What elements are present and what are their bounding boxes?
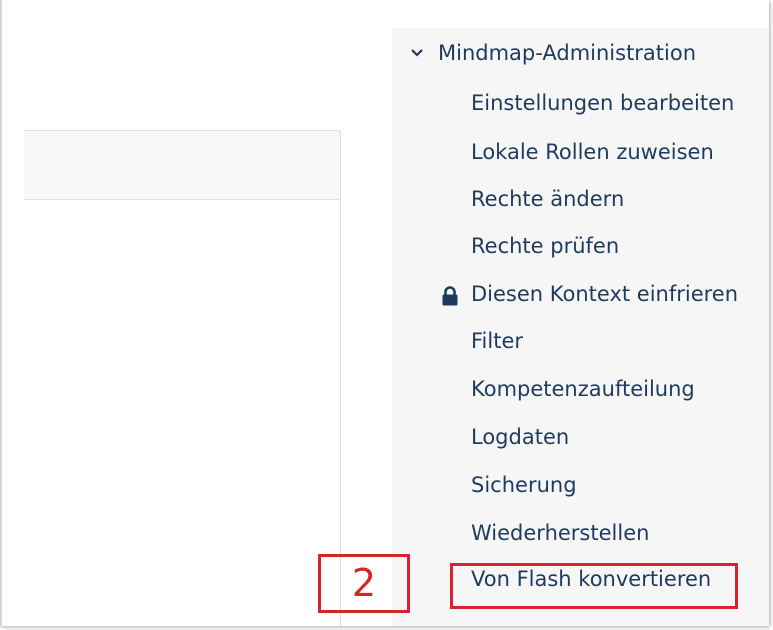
menu-item-logdaten[interactable]: Logdaten (471, 422, 569, 452)
mindmap-administration-block: Mindmap-Administration Einstellungen bea… (392, 28, 769, 626)
menu-item-label: Diesen Kontext einfrieren (471, 282, 739, 306)
admin-section-toggle[interactable]: Mindmap-Administration (410, 41, 696, 65)
chevron-down-icon (410, 48, 430, 58)
main-content-panel (0, 130, 341, 630)
menu-item-filter[interactable]: Filter (471, 326, 523, 356)
menu-item-kompetenzaufteilung[interactable]: Kompetenzaufteilung (471, 374, 695, 404)
annotation-number: 2 (351, 561, 377, 605)
menu-item-lokale-rollen-zuweisen[interactable]: Lokale Rollen zuweisen (471, 137, 714, 167)
menu-item-kontext-einfrieren[interactable]: Diesen Kontext einfrieren (442, 279, 739, 309)
menu-item-rechte-aendern[interactable]: Rechte ändern (471, 184, 624, 214)
annotation-number-box: 2 (318, 554, 410, 613)
admin-section-title: Mindmap-Administration (438, 41, 697, 65)
content-header-bar (24, 130, 340, 200)
menu-item-einstellungen-bearbeiten[interactable]: Einstellungen bearbeiten (471, 88, 734, 118)
menu-item-wiederherstellen[interactable]: Wiederherstellen (471, 518, 649, 548)
menu-item-sicherung[interactable]: Sicherung (471, 470, 577, 500)
screenshot-frame: Mindmap-Administration Einstellungen bea… (0, 0, 769, 630)
lock-icon (441, 284, 459, 306)
annotation-highlight-box (450, 563, 738, 609)
menu-item-rechte-pruefen[interactable]: Rechte prüfen (471, 231, 619, 261)
